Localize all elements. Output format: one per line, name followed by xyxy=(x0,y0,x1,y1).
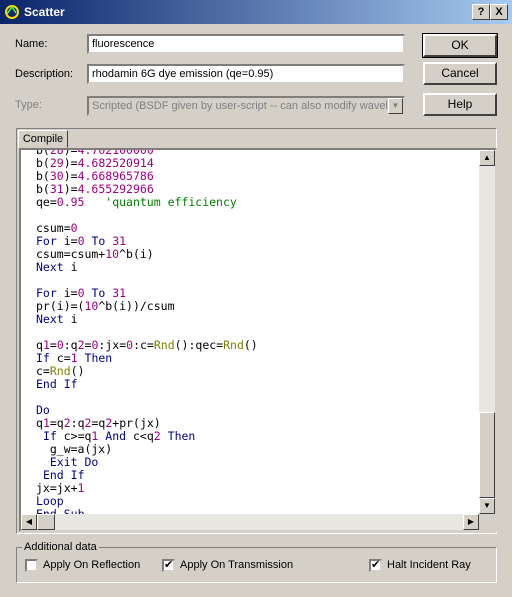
vertical-scrollbar[interactable]: ▲ ▼ xyxy=(479,150,495,514)
close-button[interactable]: X xyxy=(490,4,508,20)
code-line: jx=jx+1 xyxy=(36,481,85,495)
app-icon xyxy=(5,5,19,19)
scroll-corner xyxy=(479,514,495,530)
ok-button[interactable]: OK xyxy=(422,33,498,58)
help-button[interactable]: Help xyxy=(423,93,497,116)
code-line: Next i xyxy=(36,260,78,274)
checkbox-box[interactable]: ✔ xyxy=(369,559,382,572)
additional-data-label: Additional data xyxy=(22,541,99,553)
code-line: ​ xyxy=(36,391,258,404)
help-title-button[interactable]: ? xyxy=(472,4,490,20)
scroll-left-icon[interactable]: ◀ xyxy=(21,514,37,530)
title-bar: Scatter ? X xyxy=(0,0,512,24)
scroll-right-icon[interactable]: ▶ xyxy=(463,514,479,530)
checkbox-label: Halt Incident Ray xyxy=(387,559,471,571)
description-label: Description: xyxy=(15,68,74,80)
description-field[interactable]: rhodamin 6G dye emission (qe=0.95) xyxy=(87,64,405,84)
horizontal-scroll-thumb[interactable] xyxy=(37,514,55,530)
checkbox-box[interactable]: ✔ xyxy=(162,559,175,572)
type-select[interactable]: Scripted (BSDF given by user-script -- c… xyxy=(87,96,405,116)
code-line: qe=0.95 'quantum efficiency xyxy=(36,195,237,209)
code-text: b(28)=4.702100000 b(29)=4.682520914 b(30)=… xyxy=(36,150,258,521)
type-value: Scripted (BSDF given by user-script -- c… xyxy=(92,100,401,112)
window-title: Scatter xyxy=(24,5,65,19)
horizontal-scrollbar[interactable]: ◀ ▶ xyxy=(21,514,479,530)
cancel-button[interactable]: Cancel xyxy=(423,62,497,85)
checkbox-box[interactable] xyxy=(25,559,38,572)
code-editor[interactable]: b(28)=4.702100000 b(29)=4.682520914 b(30)=… xyxy=(19,148,497,532)
name-field[interactable]: fluorescence xyxy=(87,34,405,54)
tab-compile[interactable]: Compile xyxy=(18,130,68,148)
scroll-down-icon[interactable]: ▼ xyxy=(479,498,495,514)
scroll-up-icon[interactable]: ▲ xyxy=(479,150,495,166)
chevron-down-icon[interactable]: ▼ xyxy=(388,98,403,114)
name-label: Name: xyxy=(15,38,48,50)
code-line: End If xyxy=(36,377,78,391)
checkbox-label: Apply On Transmission xyxy=(180,559,294,571)
type-label: Type: xyxy=(15,99,42,111)
checkbox-label: Apply On Reflection xyxy=(43,559,141,571)
vertical-scroll-thumb[interactable] xyxy=(479,412,495,498)
code-line: Next i xyxy=(36,312,78,326)
